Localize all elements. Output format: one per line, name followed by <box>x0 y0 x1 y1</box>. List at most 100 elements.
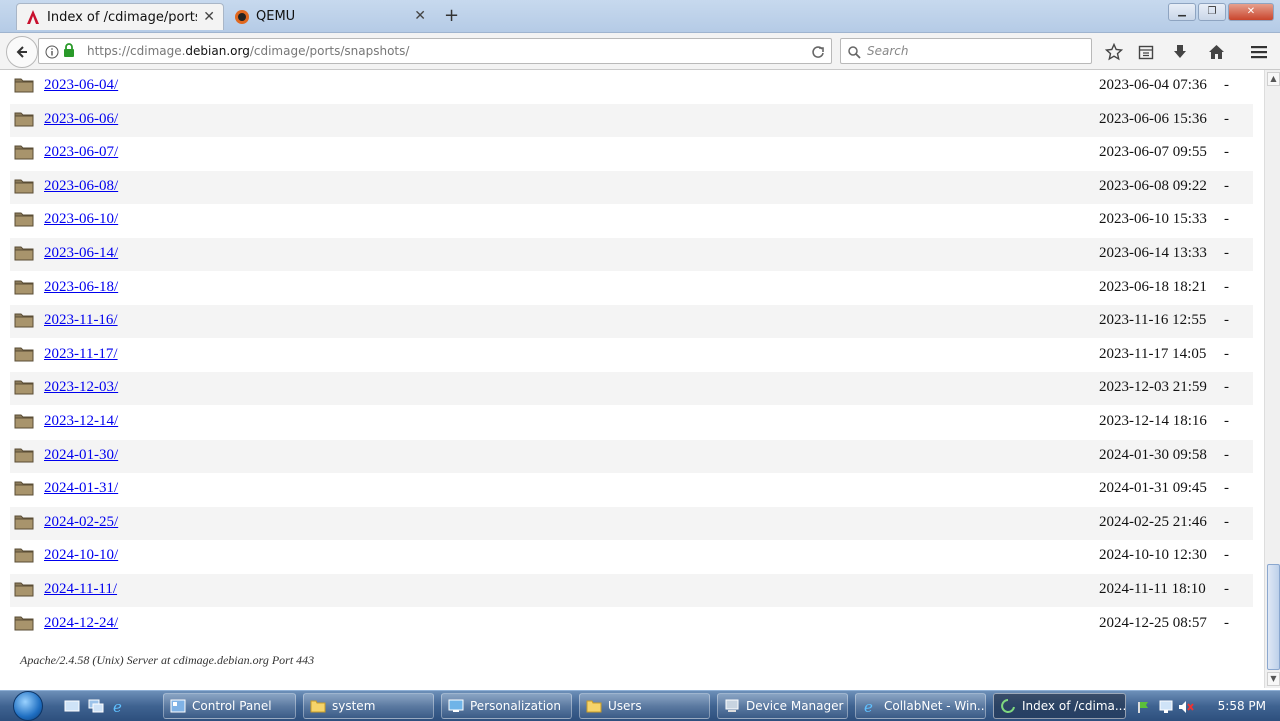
file-size: - <box>1224 547 1229 564</box>
folder-link[interactable]: 2023-06-10/ <box>44 211 118 228</box>
url-bar[interactable]: https://cdimage.debian.org/cdimage/ports… <box>38 38 832 64</box>
url-prefix: https://cdimage. <box>87 44 186 58</box>
last-modified: 2024-01-31 09:45 <box>1099 480 1207 497</box>
folder-link[interactable]: 2023-11-17/ <box>44 346 118 363</box>
tab-qemu[interactable]: QEMU ✕ <box>226 3 434 30</box>
system-tray: 5:58 PM <box>1130 691 1280 721</box>
folder-icon <box>14 311 34 328</box>
internet-explorer-icon[interactable]: e <box>111 698 127 716</box>
search-placeholder: Search <box>867 44 909 58</box>
taskbar-button[interactable]: Control Panel <box>163 693 296 719</box>
folder-link[interactable]: 2023-11-16/ <box>44 312 118 329</box>
switch-windows-icon[interactable] <box>88 698 104 714</box>
bookmarks-menu-icon[interactable] <box>1136 42 1156 62</box>
folder-link[interactable]: 2024-12-24/ <box>44 615 118 632</box>
info-icon[interactable] <box>45 44 59 63</box>
taskbar-button[interactable]: Users <box>579 693 710 719</box>
download-icon[interactable] <box>1170 42 1190 62</box>
listing-row: 2023-12-03/2023-12-03 21:59- <box>10 372 1253 406</box>
server-signature: Apache/2.4.58 (Unix) Server at cdimage.d… <box>20 653 315 667</box>
new-tab-button[interactable]: + <box>444 5 459 26</box>
scroll-down-arrow[interactable]: ▼ <box>1267 672 1280 686</box>
folder-link[interactable]: 2023-06-14/ <box>44 245 118 262</box>
listing-row: 2023-06-04/2023-06-04 07:36 - <box>10 70 1253 103</box>
taskbar-button[interactable]: Device Manager <box>717 693 848 719</box>
scroll-up-arrow[interactable]: ▲ <box>1267 72 1280 86</box>
folder-link[interactable]: 2024-01-30/ <box>44 447 118 464</box>
url-text: https://cdimage.debian.org/cdimage/ports… <box>87 44 409 58</box>
folder-link[interactable]: 2023-12-14/ <box>44 413 118 430</box>
bookmark-star-icon[interactable] <box>1104 42 1124 62</box>
file-size: - <box>1224 278 1229 295</box>
folder-link[interactable]: 2023-06-04/ <box>44 77 118 94</box>
search-bar[interactable]: Search <box>840 38 1092 64</box>
hamburger-menu-icon[interactable] <box>1249 42 1269 62</box>
reload-icon[interactable] <box>811 44 825 63</box>
control-panel-icon <box>170 698 186 714</box>
file-size: - <box>1224 413 1229 429</box>
folder-link[interactable]: 2024-10-10/ <box>44 547 118 564</box>
listing-row: 2024-01-31/2024-01-31 09:45- <box>10 473 1253 506</box>
volume-muted-icon[interactable] <box>1178 699 1194 718</box>
windows-taskbar: e Control Panel system Personalization User… <box>0 690 1280 721</box>
folder-icon <box>14 614 34 631</box>
folder-icon <box>14 546 34 563</box>
start-button[interactable] <box>8 691 48 721</box>
file-size: - <box>1224 144 1229 161</box>
taskbar-button[interactable]: Personalization <box>441 693 572 719</box>
file-size: - <box>1224 211 1229 228</box>
maximize-button[interactable]: ❐ <box>1198 3 1226 21</box>
last-modified: 2024-12-25 08:57 <box>1099 614 1207 631</box>
folder-icon <box>14 177 34 194</box>
network-icon[interactable] <box>1158 699 1174 718</box>
listing-row: 2024-11-11/2024-11-11 18:10 - <box>10 574 1253 607</box>
directory-listing: 2023-06-04/2023-06-04 07:36-2023-06-06/2… <box>0 70 1264 688</box>
tab-debian-index[interactable]: Index of /cdimage/ports/sn ✕ <box>16 3 224 30</box>
qemu-icon <box>234 9 250 25</box>
last-modified: 2023-11-16 12:55 <box>1099 312 1207 329</box>
show-desktop-icon[interactable] <box>64 698 80 714</box>
back-arrow-icon <box>16 46 27 58</box>
file-size: - <box>1224 614 1229 631</box>
folder-icon <box>14 244 34 261</box>
file-size: - <box>1224 177 1229 194</box>
taskbar-button[interactable]: system <box>303 693 434 719</box>
folder-link[interactable]: 2023-06-18/ <box>44 279 118 296</box>
folder-link[interactable]: 2024-11-11/ <box>44 581 117 598</box>
folder-link[interactable]: 2024-02-25/ <box>44 514 118 531</box>
folder-link[interactable]: 2023-06-07/ <box>44 144 118 161</box>
last-modified: 2024-11-11 18:10 <box>1099 581 1206 597</box>
last-modified: 2023-06-04 07:36 <box>1099 77 1207 93</box>
home-icon[interactable] <box>1206 42 1226 62</box>
tab-title: Index of /cdimage/ports/sn <box>47 9 197 25</box>
taskbar-button[interactable]: e CollabNet - Win... <box>855 693 986 719</box>
close-window-button[interactable]: ✕ <box>1228 3 1274 21</box>
scrollbar-thumb[interactable] <box>1267 564 1280 670</box>
close-tab-icon[interactable]: ✕ <box>414 8 426 24</box>
folder-icon <box>310 698 326 714</box>
folder-icon <box>14 580 34 597</box>
folder-icon <box>14 479 34 496</box>
folder-link[interactable]: 2023-06-06/ <box>44 111 118 128</box>
back-button[interactable] <box>6 36 38 68</box>
vertical-scrollbar[interactable]: ▲ ▼ <box>1264 70 1280 688</box>
folder-icon <box>14 345 34 362</box>
folder-icon <box>14 446 34 463</box>
listing-row: 2023-12-14/2023-12-14 18:16 - <box>10 406 1253 439</box>
file-size: - <box>1224 312 1229 329</box>
folder-link[interactable]: 2023-06-08/ <box>44 178 118 195</box>
listing-row: 2023-11-17/2023-11-17 14:05- <box>10 339 1253 372</box>
taskbar-button[interactable]: Index of /cdima... <box>993 693 1126 719</box>
minimize-button[interactable]: ▁ <box>1168 3 1196 21</box>
close-tab-icon[interactable]: ✕ <box>203 9 215 25</box>
folder-link[interactable]: 2023-12-03/ <box>44 379 118 396</box>
last-modified: 2023-06-06 15:36 <box>1099 110 1207 127</box>
debian-icon <box>25 9 41 25</box>
listing-row: 2023-06-08/2023-06-08 09:22- <box>10 170 1253 204</box>
folder-icon <box>14 110 34 127</box>
folder-link[interactable]: 2024-01-31/ <box>44 480 118 497</box>
file-size: - <box>1224 245 1229 261</box>
tray-flag-icon[interactable] <box>1136 699 1150 718</box>
taskbar-clock[interactable]: 5:58 PM <box>1218 699 1266 713</box>
listing-row: 2023-06-18/2023-06-18 18:21- <box>10 272 1253 305</box>
